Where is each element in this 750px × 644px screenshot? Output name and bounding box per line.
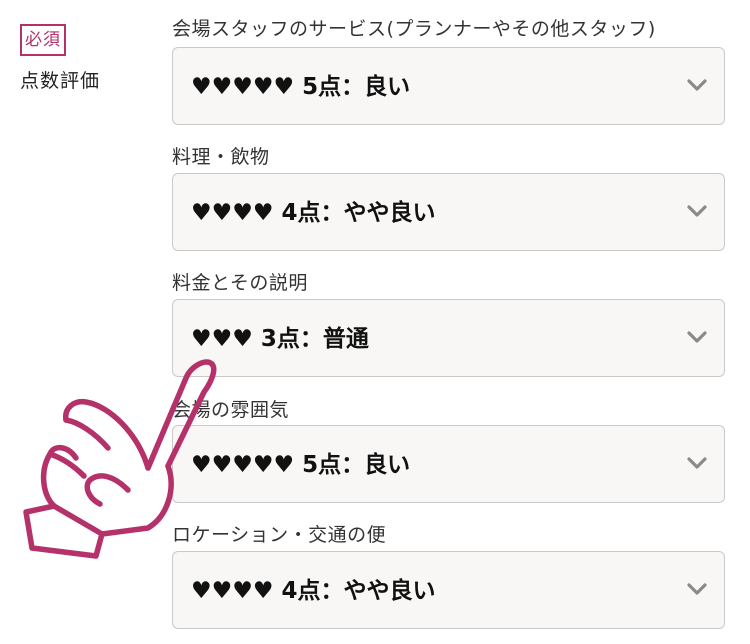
select-food-drink[interactable]: ♥♥♥♥ 4点：やや良い	[172, 173, 725, 251]
select-price-explanation[interactable]: ♥♥♥ 3点：普通	[172, 299, 725, 377]
select-value: ♥♥♥♥ 4点：やや良い	[191, 200, 436, 226]
section-title: 点数評価	[20, 70, 101, 92]
select-atmosphere[interactable]: ♥♥♥♥♥ 5点：良い	[172, 425, 725, 503]
chevron-down-icon	[687, 457, 707, 469]
select-value: ♥♥♥♥ 4点：やや良い	[191, 578, 436, 604]
field-label-price-explanation: 料金とその説明	[172, 272, 308, 294]
chevron-down-icon	[687, 79, 707, 91]
select-value: ♥♥♥♥♥ 5点：良い	[191, 452, 411, 478]
section-header: 必須 点数評価	[20, 24, 160, 93]
chevron-down-icon	[687, 583, 707, 595]
select-location-access[interactable]: ♥♥♥♥ 4点：やや良い	[172, 551, 725, 629]
select-value: ♥♥♥♥♥ 5点：良い	[191, 74, 411, 100]
chevron-down-icon	[687, 205, 707, 217]
pointing-hand-icon	[23, 359, 217, 559]
select-staff-service[interactable]: ♥♥♥♥♥ 5点：良い	[172, 47, 725, 125]
required-badge: 必須	[20, 24, 66, 56]
chevron-down-icon	[687, 331, 707, 343]
field-label-staff-service: 会場スタッフのサービス(プランナーやその他スタッフ)	[172, 18, 656, 40]
field-label-food-drink: 料理・飲物	[172, 146, 270, 168]
